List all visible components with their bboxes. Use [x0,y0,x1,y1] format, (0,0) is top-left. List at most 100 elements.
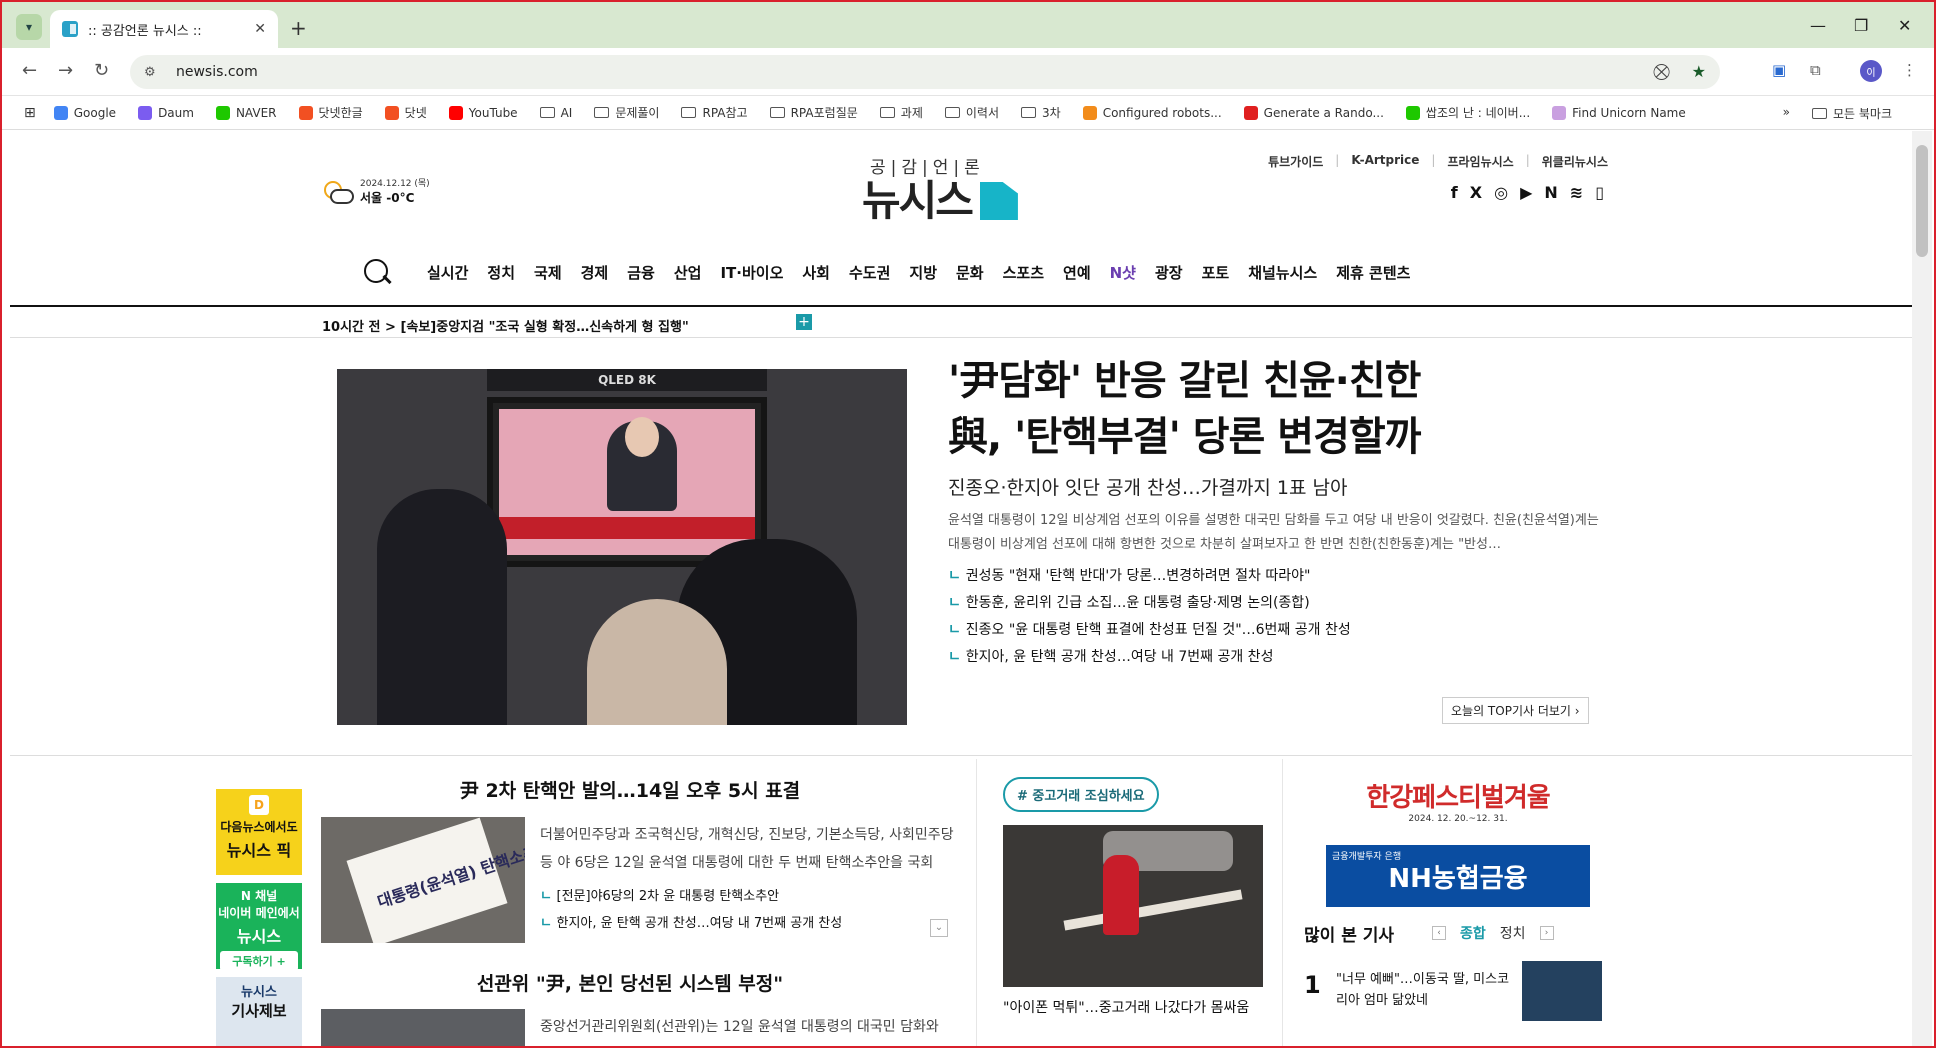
bookmarks-overflow-icon[interactable]: » [1783,105,1790,122]
subscribe-button[interactable]: 구독하기 + [220,951,298,971]
x-twitter-icon[interactable]: X [1470,183,1482,202]
tab-search-button[interactable]: ▾ [16,14,42,40]
site-info-icon[interactable]: ⚙ [144,65,162,80]
side-story-caption[interactable]: "아이폰 먹튀"…중고거래 나갔다가 몸싸움 [1003,997,1263,1019]
bookmark-item[interactable]: 닷넷한글 [298,104,363,121]
apps-grid-icon[interactable]: ⊞ [24,105,36,121]
nav-item[interactable]: IT·바이오 [720,262,783,283]
close-tab-icon[interactable]: ✕ [254,21,266,37]
nav-item[interactable]: 광장 [1155,262,1183,283]
nav-item[interactable]: 스포츠 [1003,262,1044,283]
article-summary[interactable]: 중앙선거관리위원회(선관위)는 12일 윤석열 대통령의 대국민 담화와 [540,1013,970,1043]
extensions-puzzle-icon[interactable]: ⧉ [1810,61,1821,79]
bookmark-item[interactable]: Find Unicorn Name [1552,104,1686,121]
nav-item[interactable]: 정치 [487,262,515,283]
ticker-expand-icon[interactable]: + [796,314,812,330]
page-scrollbar[interactable] [1912,131,1932,1046]
toplink-tubeguide[interactable]: 튜브가이드 [1268,153,1323,170]
bookmark-item[interactable]: Generate a Rando... [1243,104,1384,121]
nav-item[interactable]: 국제 [534,262,562,283]
article-thumbnail[interactable]: 대통령(윤석열) 탄핵소추안 [321,817,525,943]
nh-bank-ad[interactable]: 금융개발투자 은행 NH농협금융 [1326,845,1590,907]
nav-item[interactable]: 실시간 [427,262,468,283]
back-icon[interactable]: ← [22,60,37,81]
minimize-icon[interactable]: — [1810,16,1826,35]
address-bar[interactable]: ⚙ newsis.com ⛒ ★ [130,55,1720,89]
nav-item[interactable]: 문화 [956,262,984,283]
rank-item-thumbnail[interactable] [1522,961,1602,1021]
festival-ad[interactable]: 한강페스티벌겨울 2024. 12. 20.~12. 31. [1326,777,1590,839]
bookmark-item[interactable]: Configured robots... [1082,104,1222,121]
toplink-kartprice[interactable]: K-Artprice [1351,153,1419,170]
nav-item[interactable]: 지방 [909,262,937,283]
all-bookmarks-folder[interactable]: 모든 북마크 [1811,105,1892,122]
nav-item[interactable]: 제휴 콘텐츠 [1336,262,1410,283]
nav-item[interactable]: 사회 [802,262,830,283]
bookmark-item[interactable]: RPA참고 [681,104,748,121]
menu-kebab-icon[interactable]: ⋮ [1902,61,1917,79]
new-tab-icon[interactable]: + [290,16,307,40]
article-title[interactable]: 尹 2차 탄핵안 발의…14일 오후 5시 표결 [310,776,950,803]
forward-icon[interactable]: → [58,60,73,81]
camera-blocked-icon[interactable]: ⛒ [1653,62,1669,82]
article-summary[interactable]: 더불어민주당과 조국혁신당, 개혁신당, 진보당, 기본소득당, 사회민주당 등… [540,821,970,877]
naver-channel-promo[interactable]: N 채널 네이버 메인에서 뉴시스 구독하기 + [216,883,302,971]
mobile-icon[interactable]: ▯ [1595,183,1604,202]
related-link[interactable]: 한동훈, 윤리위 긴급 소집…윤 대통령 출당·제명 논의(종합) [948,590,1351,617]
nav-item[interactable]: 금융 [627,262,655,283]
bookmark-item[interactable]: Daum [138,104,194,121]
bookmark-item[interactable]: Google [53,104,116,121]
bookmark-item[interactable]: NAVER [215,104,277,121]
extension-ui-icon[interactable]: ▣ [1772,61,1786,79]
nav-item[interactable]: 경제 [581,262,609,283]
nav-item[interactable]: 연예 [1063,262,1091,283]
hero-description[interactable]: 윤석열 대통령이 12일 비상계엄 선포의 이유를 설명한 대국민 담화를 두고… [948,509,1600,557]
nav-item[interactable]: 포토 [1202,262,1230,283]
youtube-icon[interactable]: ▶ [1520,183,1532,202]
daum-news-promo[interactable]: D 다음뉴스에서도 뉴시스 픽 [216,789,302,875]
nav-item[interactable]: 산업 [674,262,702,283]
profile-avatar[interactable]: 이 [1860,60,1882,82]
site-logo[interactable]: 공|감|언|론 뉴시스 [862,153,1062,224]
facebook-icon[interactable]: f [1451,183,1458,202]
article-thumbnail[interactable] [321,1009,525,1046]
related-link[interactable]: 진종오 "윤 대통령 탄핵 표결에 찬성표 던질 것"…6번째 공개 찬성 [948,617,1351,644]
naver-icon[interactable]: N [1544,183,1557,202]
toplink-weekly[interactable]: 위클리뉴시스 [1542,153,1608,170]
active-tab[interactable]: :: 공감언론 뉴시스 :: ✕ [50,10,278,48]
rss-icon[interactable]: ≋ [1570,183,1583,202]
side-story-image[interactable] [1003,825,1263,987]
scrollbar-thumb[interactable] [1916,145,1928,257]
chevron-left-icon[interactable]: ‹ [1432,926,1446,940]
search-icon[interactable] [362,257,392,287]
toplink-prime[interactable]: 프라임뉴시스 [1447,153,1513,170]
chevron-right-icon[interactable]: › [1539,926,1554,940]
breaking-ticker[interactable]: 10시간 전 > [속보]중앙지검 "조국 실형 확정…신속하게 형 집행" [322,316,689,335]
bookmark-item[interactable]: 닷넷 [384,104,427,121]
bookmark-item[interactable]: RPA포럼질문 [769,104,858,121]
chevron-down-icon[interactable]: ⌄ [930,919,948,937]
bookmark-item[interactable]: YouTube [448,104,518,121]
hero-image[interactable]: QLED 8K [337,369,907,725]
weather-widget[interactable]: 2024.12.12 (목) 서울 -0°C [322,176,430,206]
related-link[interactable]: ㄴ [전문]야6당의 2차 윤 대통령 탄핵소추안 [540,883,842,910]
bookmark-item[interactable]: 쌉조의 난 : 네이버... [1405,104,1530,121]
bookmark-item[interactable]: 과제 [879,104,923,121]
close-window-icon[interactable]: ✕ [1898,16,1911,35]
nav-item[interactable]: 채널뉴시스 [1248,262,1317,283]
related-link[interactable]: 권성동 "현재 '탄핵 반대'가 당론…변경하려면 절차 따라야" [948,563,1351,590]
hero-headline[interactable]: '尹담화' 반응 갈린 친윤·친한 與, '탄핵부결' 당론 변경할까 [948,353,1468,465]
hero-subtitle[interactable]: 진종오·한지아 잇단 공개 찬성…가결까지 1표 남아 [948,473,1347,500]
bookmark-item[interactable]: 3차 [1021,104,1061,121]
nav-item[interactable]: 수도권 [849,262,890,283]
more-top-articles-button[interactable]: 오늘의 TOP기사 더보기 › [1442,697,1589,724]
restore-icon[interactable]: ❐ [1854,16,1868,35]
related-link[interactable]: ㄴ 한지아, 윤 탄핵 공개 찬성…여당 내 7번째 공개 찬성 [540,910,842,937]
hashtag-button[interactable]: # 중고거래 조심하세요 [1003,777,1159,812]
nav-item[interactable]: N샷 [1110,262,1136,283]
article-title[interactable]: 선관위 "尹, 본인 당선된 시스템 부정" [310,969,950,996]
news-tip-promo[interactable]: 뉴시스 기사제보 [216,977,302,1046]
bookmark-item[interactable]: AI [539,104,572,121]
related-link[interactable]: 한지아, 윤 탄핵 공개 찬성…여당 내 7번째 공개 찬성 [948,644,1351,671]
bookmark-item[interactable]: 문제풀이 [594,104,659,121]
